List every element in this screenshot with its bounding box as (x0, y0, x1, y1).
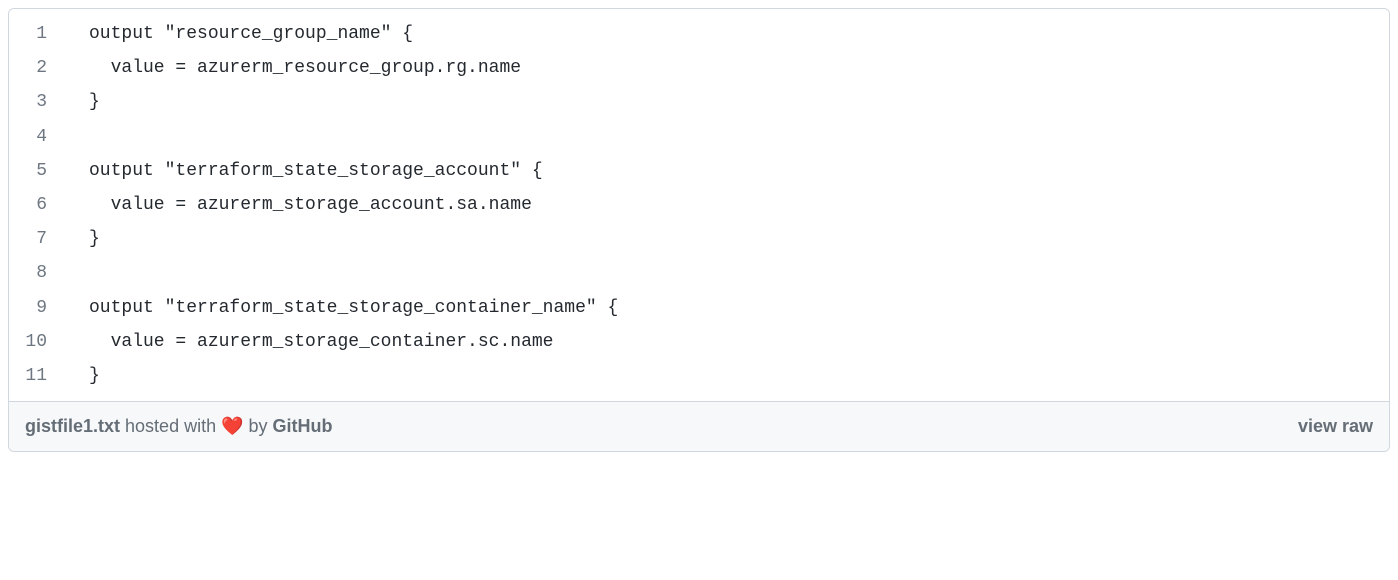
line-number[interactable]: 6 (9, 188, 69, 222)
code-line: 3 } (9, 85, 1389, 119)
line-content: value = azurerm_resource_group.rg.name (69, 51, 521, 85)
line-number[interactable]: 4 (9, 120, 69, 154)
line-number[interactable]: 7 (9, 222, 69, 256)
line-content: } (69, 85, 100, 119)
code-area: 1 output "resource_group_name" { 2 value… (9, 9, 1389, 401)
line-number[interactable]: 8 (9, 256, 69, 290)
by-text: by (249, 416, 268, 437)
line-content: } (69, 359, 100, 393)
code-line: 8 (9, 256, 1389, 290)
line-number[interactable]: 2 (9, 51, 69, 85)
line-number[interactable]: 1 (9, 17, 69, 51)
filename-link[interactable]: gistfile1.txt (25, 416, 120, 437)
code-line: 11 } (9, 359, 1389, 393)
gist-footer: gistfile1.txt hosted with ❤️ by GitHub v… (9, 401, 1389, 451)
line-content: } (69, 222, 100, 256)
code-line: 2 value = azurerm_resource_group.rg.name (9, 51, 1389, 85)
heart-icon: ❤️ (221, 416, 243, 437)
code-line: 1 output "resource_group_name" { (9, 17, 1389, 51)
code-line: 4 (9, 120, 1389, 154)
code-line: 10 value = azurerm_storage_container.sc.… (9, 325, 1389, 359)
code-line: 5 output "terraform_state_storage_accoun… (9, 154, 1389, 188)
line-content: output "resource_group_name" { (69, 17, 413, 51)
view-raw-link[interactable]: view raw (1298, 416, 1373, 437)
line-number[interactable]: 9 (9, 291, 69, 325)
line-number[interactable]: 10 (9, 325, 69, 359)
line-number[interactable]: 5 (9, 154, 69, 188)
hosted-text: hosted with (125, 416, 216, 437)
footer-left: gistfile1.txt hosted with ❤️ by GitHub (25, 416, 333, 437)
line-number[interactable]: 3 (9, 85, 69, 119)
line-content: output "terraform_state_storage_account"… (69, 154, 543, 188)
line-content: output "terraform_state_storage_containe… (69, 291, 618, 325)
line-number[interactable]: 11 (9, 359, 69, 393)
code-line: 7 } (9, 222, 1389, 256)
code-line: 9 output "terraform_state_storage_contai… (9, 291, 1389, 325)
code-line: 6 value = azurerm_storage_account.sa.nam… (9, 188, 1389, 222)
line-content: value = azurerm_storage_container.sc.nam… (69, 325, 553, 359)
github-link[interactable]: GitHub (273, 416, 333, 437)
line-content: value = azurerm_storage_account.sa.name (69, 188, 532, 222)
gist-container: 1 output "resource_group_name" { 2 value… (8, 8, 1390, 452)
